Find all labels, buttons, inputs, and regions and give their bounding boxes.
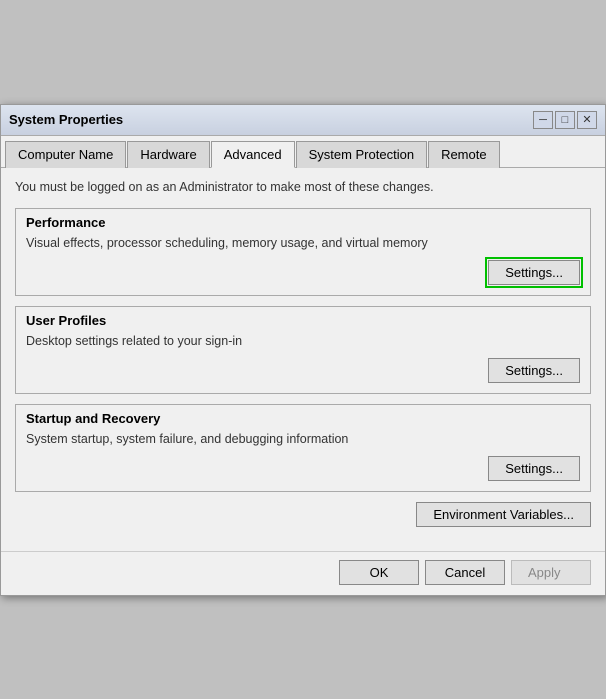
startup-recovery-footer: Settings... — [26, 456, 580, 481]
performance-desc: Visual effects, processor scheduling, me… — [26, 236, 580, 250]
tab-advanced[interactable]: Advanced — [211, 141, 295, 168]
maximize-button[interactable]: □ — [555, 111, 575, 129]
env-variables-row: Environment Variables... — [15, 502, 591, 527]
user-profiles-settings-button[interactable]: Settings... — [488, 358, 580, 383]
minimize-button[interactable]: ─ — [533, 111, 553, 129]
maximize-icon: □ — [562, 114, 569, 126]
close-button[interactable]: ✕ — [577, 111, 597, 129]
user-profiles-desc: Desktop settings related to your sign-in — [26, 334, 580, 348]
tab-remote[interactable]: Remote — [428, 141, 500, 168]
window-title: System Properties — [9, 112, 123, 127]
apply-button: Apply — [511, 560, 591, 585]
tab-hardware[interactable]: Hardware — [127, 141, 209, 168]
cancel-button[interactable]: Cancel — [425, 560, 505, 585]
window-controls: ─ □ ✕ — [533, 111, 597, 129]
minimize-icon: ─ — [539, 114, 547, 126]
startup-recovery-title: Startup and Recovery — [26, 411, 580, 426]
performance-settings-button[interactable]: Settings... — [488, 260, 580, 285]
performance-title: Performance — [26, 215, 580, 230]
tab-content: You must be logged on as an Administrato… — [1, 168, 605, 551]
tab-bar: Computer Name Hardware Advanced System P… — [1, 136, 605, 168]
user-profiles-title: User Profiles — [26, 313, 580, 328]
performance-footer: Settings... — [26, 260, 580, 285]
admin-notice: You must be logged on as an Administrato… — [15, 178, 591, 196]
user-profiles-section: User Profiles Desktop settings related t… — [15, 306, 591, 394]
startup-recovery-section: Startup and Recovery System startup, sys… — [15, 404, 591, 492]
close-icon: ✕ — [582, 113, 591, 126]
user-profiles-footer: Settings... — [26, 358, 580, 383]
system-properties-window: System Properties ─ □ ✕ Computer Name Ha… — [0, 104, 606, 596]
bottom-bar: OK Cancel Apply — [1, 551, 605, 595]
environment-variables-button[interactable]: Environment Variables... — [416, 502, 591, 527]
title-bar: System Properties ─ □ ✕ — [1, 105, 605, 136]
ok-button[interactable]: OK — [339, 560, 419, 585]
tab-system-protection[interactable]: System Protection — [296, 141, 428, 168]
tab-computer-name[interactable]: Computer Name — [5, 141, 126, 168]
startup-recovery-settings-button[interactable]: Settings... — [488, 456, 580, 481]
performance-section: Performance Visual effects, processor sc… — [15, 208, 591, 296]
startup-recovery-desc: System startup, system failure, and debu… — [26, 432, 580, 446]
